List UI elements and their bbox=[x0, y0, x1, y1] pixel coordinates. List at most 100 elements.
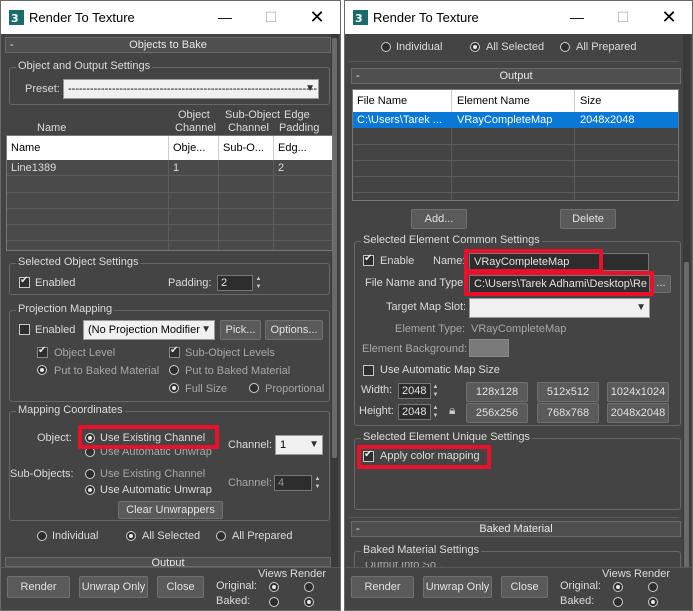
channel-dropdown[interactable]: 1 ▼ bbox=[275, 435, 323, 455]
projection-enabled-checkbox[interactable] bbox=[19, 324, 30, 335]
use-automatic-unwrap-radio[interactable] bbox=[85, 447, 95, 457]
padding-value[interactable]: 2 bbox=[217, 275, 253, 291]
size-256-button[interactable]: 256x256 bbox=[466, 403, 528, 423]
put-to-baked-radio-2[interactable] bbox=[169, 365, 179, 375]
original-render-radio[interactable] bbox=[304, 582, 314, 592]
collapse-icon[interactable]: - bbox=[10, 38, 14, 52]
all-selected-radio[interactable] bbox=[126, 531, 136, 541]
put-to-baked-radio-1[interactable] bbox=[37, 365, 47, 375]
baked-views-radio[interactable] bbox=[269, 597, 279, 607]
th-subobject-channel[interactable]: Sub-O... bbox=[223, 142, 264, 154]
width-spinner[interactable]: 2048 ▲ ▼ bbox=[398, 383, 440, 399]
sub-object-levels-checkbox[interactable] bbox=[169, 345, 180, 358]
close-button[interactable]: Close bbox=[157, 576, 204, 598]
table-row[interactable]: C:\Users\Tarek ... VRayCompleteMap 2048x… bbox=[353, 112, 678, 128]
close-icon[interactable]: ✕ bbox=[294, 1, 340, 34]
proportional-radio[interactable] bbox=[249, 383, 259, 393]
collapse-icon[interactable]: - bbox=[356, 69, 360, 83]
minimize-icon[interactable]: — bbox=[554, 1, 600, 34]
size-128-button[interactable]: 128x128 bbox=[466, 382, 528, 402]
spinner-arrows-icon[interactable]: ▲ ▼ bbox=[431, 404, 440, 420]
object-level-checkbox[interactable] bbox=[37, 345, 48, 358]
browse-button[interactable]: ... bbox=[651, 275, 671, 293]
render-button[interactable]: Render bbox=[351, 576, 414, 598]
output-elements-table[interactable]: File Name Element Name Size C:\Users\Tar… bbox=[352, 89, 679, 201]
individual-radio[interactable] bbox=[37, 531, 47, 541]
title-bar[interactable]: 3 Render To Texture — ☐ ✕ bbox=[1, 1, 340, 34]
all-selected-radio[interactable] bbox=[470, 42, 480, 52]
svg-text:3: 3 bbox=[355, 12, 363, 25]
projection-modifier-dropdown[interactable]: (No Projection Modifier ▼ bbox=[83, 320, 215, 340]
element-background-swatch[interactable] bbox=[469, 339, 509, 357]
sub-use-automatic-unwrap-radio[interactable] bbox=[85, 485, 95, 495]
objects-table[interactable]: Name Obje... Sub-O... Edg... Line1389 1 … bbox=[6, 135, 333, 251]
original-views-radio[interactable] bbox=[613, 582, 623, 592]
table-row[interactable]: Line1389 1 2 bbox=[7, 160, 332, 176]
all-prepared-radio[interactable] bbox=[216, 531, 226, 541]
file-name-field[interactable]: C:\Users\Tarek Adhami\Desktop\Re bbox=[469, 275, 650, 293]
baked-render-radio[interactable] bbox=[648, 597, 658, 607]
use-automatic-map-size-checkbox[interactable] bbox=[363, 365, 374, 376]
th-object-channel[interactable]: Obje... bbox=[173, 142, 205, 154]
enable-checkbox[interactable] bbox=[363, 253, 374, 266]
width-value[interactable]: 2048 bbox=[398, 383, 431, 399]
rollout-output[interactable]: Output bbox=[5, 557, 331, 567]
padding-spinner[interactable]: 2 ▲ ▼ bbox=[217, 275, 264, 291]
clear-unwrappers-button[interactable]: Clear Unwrappers bbox=[118, 501, 223, 519]
rollout-baked-material[interactable]: - Baked Material bbox=[351, 521, 681, 537]
baked-render-radio[interactable] bbox=[304, 597, 314, 607]
size-1024-button[interactable]: 1024x1024 bbox=[607, 382, 669, 402]
target-map-slot-dropdown[interactable]: ▼ bbox=[469, 298, 650, 318]
sub-use-existing-channel-radio[interactable] bbox=[85, 469, 95, 479]
close-icon[interactable]: ✕ bbox=[646, 1, 692, 34]
th-file-name[interactable]: File Name bbox=[357, 95, 407, 107]
enabled-checkbox[interactable] bbox=[19, 275, 30, 288]
height-spinner[interactable]: 2048 ▲ ▼ bbox=[398, 404, 440, 420]
th-name[interactable]: Name bbox=[11, 142, 40, 154]
scroll-thumb[interactable] bbox=[684, 262, 689, 592]
original-views-radio[interactable] bbox=[269, 582, 279, 592]
scrollbar[interactable] bbox=[683, 34, 690, 592]
preset-dropdown[interactable]: ----------------------------------------… bbox=[63, 79, 319, 99]
th-element-name[interactable]: Element Name bbox=[457, 95, 530, 107]
sub-channel-value[interactable]: 4 bbox=[274, 475, 312, 491]
th-size[interactable]: Size bbox=[580, 95, 601, 107]
lock-icon[interactable]: 🔒︎ bbox=[449, 403, 455, 418]
rollout-objects-to-bake[interactable]: - Objects to Bake bbox=[5, 37, 331, 53]
render-button[interactable]: Render bbox=[7, 576, 70, 598]
height-value[interactable]: 2048 bbox=[398, 404, 431, 420]
sub-channel-spinner[interactable]: 4 ▲ ▼ bbox=[274, 475, 322, 491]
title-bar[interactable]: 3 Render To Texture — ☐ ✕ bbox=[345, 1, 692, 34]
size-2048-button[interactable]: 2048x2048 bbox=[607, 403, 669, 423]
individual-label: Individual bbox=[396, 41, 443, 53]
collapse-icon[interactable]: - bbox=[356, 522, 360, 536]
size-512-button[interactable]: 512x512 bbox=[537, 382, 599, 402]
th-edge-padding[interactable]: Edg... bbox=[278, 142, 307, 154]
baked-views-radio[interactable] bbox=[613, 597, 623, 607]
element-name-field[interactable]: VRayCompleteMap bbox=[469, 253, 649, 271]
unwrap-only-button[interactable]: Unwrap Only bbox=[423, 576, 492, 598]
size-768-button[interactable]: 768x768 bbox=[537, 403, 599, 423]
use-existing-channel-radio[interactable] bbox=[85, 433, 95, 443]
apply-color-mapping-checkbox[interactable] bbox=[363, 449, 374, 462]
delete-button[interactable]: Delete bbox=[560, 209, 616, 229]
options-button[interactable]: Options... bbox=[265, 320, 323, 340]
maximize-icon[interactable]: ☐ bbox=[248, 1, 294, 34]
original-render-radio[interactable] bbox=[648, 582, 658, 592]
spinner-arrows-icon[interactable]: ▲ ▼ bbox=[431, 383, 440, 399]
spinner-arrows-icon[interactable]: ▲ ▼ bbox=[313, 475, 322, 491]
spinner-arrows-icon[interactable]: ▲ ▼ bbox=[254, 275, 263, 291]
rollout-output[interactable]: - Output bbox=[351, 68, 681, 84]
add-button[interactable]: Add... bbox=[411, 209, 467, 229]
individual-radio[interactable] bbox=[381, 42, 391, 52]
maximize-icon[interactable]: ☐ bbox=[600, 1, 646, 34]
chevron-down-icon: ▼ bbox=[305, 83, 315, 94]
minimize-icon[interactable]: — bbox=[202, 1, 248, 34]
scrollbar[interactable] bbox=[331, 34, 338, 579]
full-size-radio[interactable] bbox=[169, 383, 179, 393]
pick-button[interactable]: Pick... bbox=[220, 320, 261, 340]
all-prepared-radio[interactable] bbox=[560, 42, 570, 52]
close-button[interactable]: Close bbox=[501, 576, 548, 598]
unwrap-only-button[interactable]: Unwrap Only bbox=[79, 576, 148, 598]
row-file-name: C:\Users\Tarek ... bbox=[357, 114, 442, 126]
